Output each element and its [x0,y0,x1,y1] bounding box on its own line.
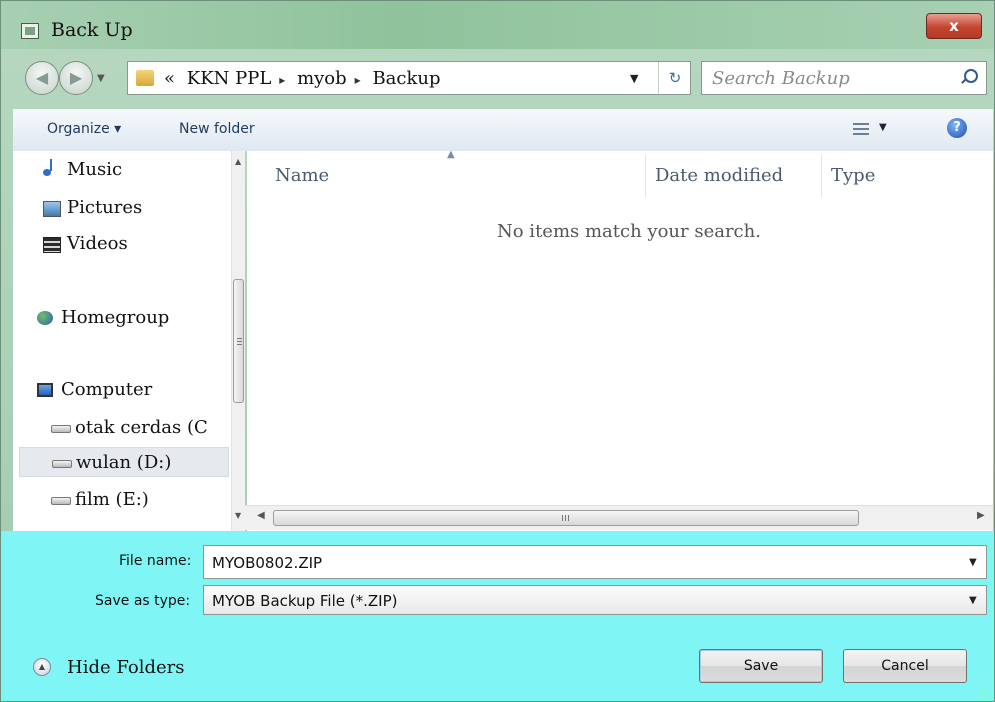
sidebar-item-computer[interactable]: Computer [37,375,227,405]
window-title: Back Up [51,19,133,41]
sidebar-item-drive-e[interactable]: film (E:) [51,485,231,515]
scroll-right-icon[interactable]: ▶ [977,510,985,521]
save-button[interactable]: Save [699,649,823,683]
view-options-dropdown-icon[interactable]: ▼ [879,122,887,133]
sidebar-item-label: Music [67,159,123,180]
back-button[interactable]: ◀ [25,61,59,95]
breadcrumb-backup[interactable]: Backup [372,68,440,89]
sidebar-item-label: wulan (D:) [76,452,172,473]
file-list-horizontal-scrollbar[interactable]: ◀ ▶ [245,505,993,530]
file-name-input[interactable]: MYOB0802.ZIP [203,545,987,579]
close-button[interactable]: x [926,13,982,39]
sidebar-item-label: Homegroup [61,307,170,328]
hard-drive-icon [51,425,71,433]
videos-icon [43,237,61,253]
sidebar-item-music[interactable]: Music [43,155,223,185]
save-as-type-dropdown-icon[interactable]: ▼ [969,595,977,606]
column-header-date-modified[interactable]: Date modified [655,165,783,186]
view-options-icon[interactable] [853,122,869,136]
command-toolbar: Organize ▾ New folder ▼ ? [13,109,993,152]
sidebar-item-pictures[interactable]: Pictures [43,193,223,223]
search-input[interactable]: Search Backup [712,68,850,89]
search-box[interactable]: Search Backup [701,61,987,95]
cancel-button[interactable]: Cancel [843,649,967,683]
scrollbar-thumb[interactable] [233,279,244,403]
recent-locations-dropdown[interactable]: ▼ [97,73,111,85]
new-folder-button[interactable]: New folder [179,121,255,137]
sidebar-item-drive-d[interactable]: wulan (D:) [19,447,229,477]
column-divider[interactable] [645,155,646,197]
sidebar-item-label: Computer [61,379,153,400]
sidebar-item-drive-c[interactable]: otak cerdas (C [51,413,231,443]
column-divider[interactable] [821,155,822,197]
backup-dialog: Back Up x ◀ ▶ ▼ « KKN PPL ▸ myob ▸ Backup … [0,0,995,702]
chevron-up-icon: ▲ [33,658,51,676]
hard-drive-icon [52,460,72,468]
music-icon [43,159,59,177]
save-options-panel: File name: MYOB0802.ZIP ▼ Save as type: … [1,531,994,701]
search-icon[interactable] [964,69,978,83]
forward-button[interactable]: ▶ [59,61,93,95]
save-as-type-label: Save as type: [95,593,191,609]
sidebar-item-homegroup[interactable]: Homegroup [37,303,227,333]
navigation-pane: Music Pictures Videos Homegroup Computer… [13,151,245,531]
breadcrumb-separator-icon[interactable]: ▸ [279,73,285,87]
scroll-down-icon[interactable]: ▼ [235,511,241,520]
help-icon[interactable]: ? [947,118,967,138]
title-bar: Back Up x [1,1,994,49]
scroll-left-icon[interactable]: ◀ [257,510,265,521]
breadcrumb-myob[interactable]: myob [297,68,347,89]
hide-folders-label: Hide Folders [67,657,185,678]
sidebar-item-label: Videos [67,233,128,254]
breadcrumb-kkn-ppl[interactable]: KKN PPL [187,68,272,89]
sort-ascending-icon: ▲ [447,149,455,160]
refresh-button[interactable]: ↻ [658,62,691,94]
scroll-up-icon[interactable]: ▲ [235,157,241,166]
hard-drive-icon [51,497,71,505]
homegroup-icon [37,311,53,325]
sidebar-item-label: film (E:) [75,489,149,510]
column-header-label: Name [275,165,330,186]
file-name-dropdown-icon[interactable]: ▼ [969,557,977,568]
breadcrumb-overflow[interactable]: « [164,68,175,89]
navigation-row: ◀ ▶ ▼ « KKN PPL ▸ myob ▸ Backup ▼ ↻ Search… [1,53,994,101]
column-header-type[interactable]: Type [831,165,875,186]
file-name-label: File name: [119,553,192,569]
organize-menu-button[interactable]: Organize ▾ [47,121,121,137]
address-dropdown-icon[interactable]: ▼ [630,72,638,85]
save-as-type-select[interactable]: MYOB Backup File (*.ZIP) [203,585,987,615]
scrollbar-thumb[interactable] [273,510,859,526]
breadcrumb-separator-icon[interactable]: ▸ [355,73,361,87]
empty-results-message: No items match your search. [497,221,761,242]
app-window-icon [21,23,39,39]
computer-icon [37,383,53,397]
sidebar-item-label: Pictures [67,197,143,218]
sidebar-item-label: otak cerdas (C [75,417,208,438]
breadcrumb: « KKN PPL ▸ myob ▸ Backup [164,68,447,89]
address-bar[interactable]: « KKN PPL ▸ myob ▸ Backup ▼ ↻ [127,61,691,95]
sidebar-item-videos[interactable]: Videos [43,229,223,259]
column-header-name[interactable]: Name [275,165,329,186]
resize-grip-icon[interactable] [979,689,991,701]
folder-icon [136,70,154,86]
navigation-pane-scrollbar[interactable]: ▲ ▼ [231,151,245,531]
file-list: Name ▲ Date modified Type No items match… [247,149,993,531]
pictures-icon [43,201,61,217]
